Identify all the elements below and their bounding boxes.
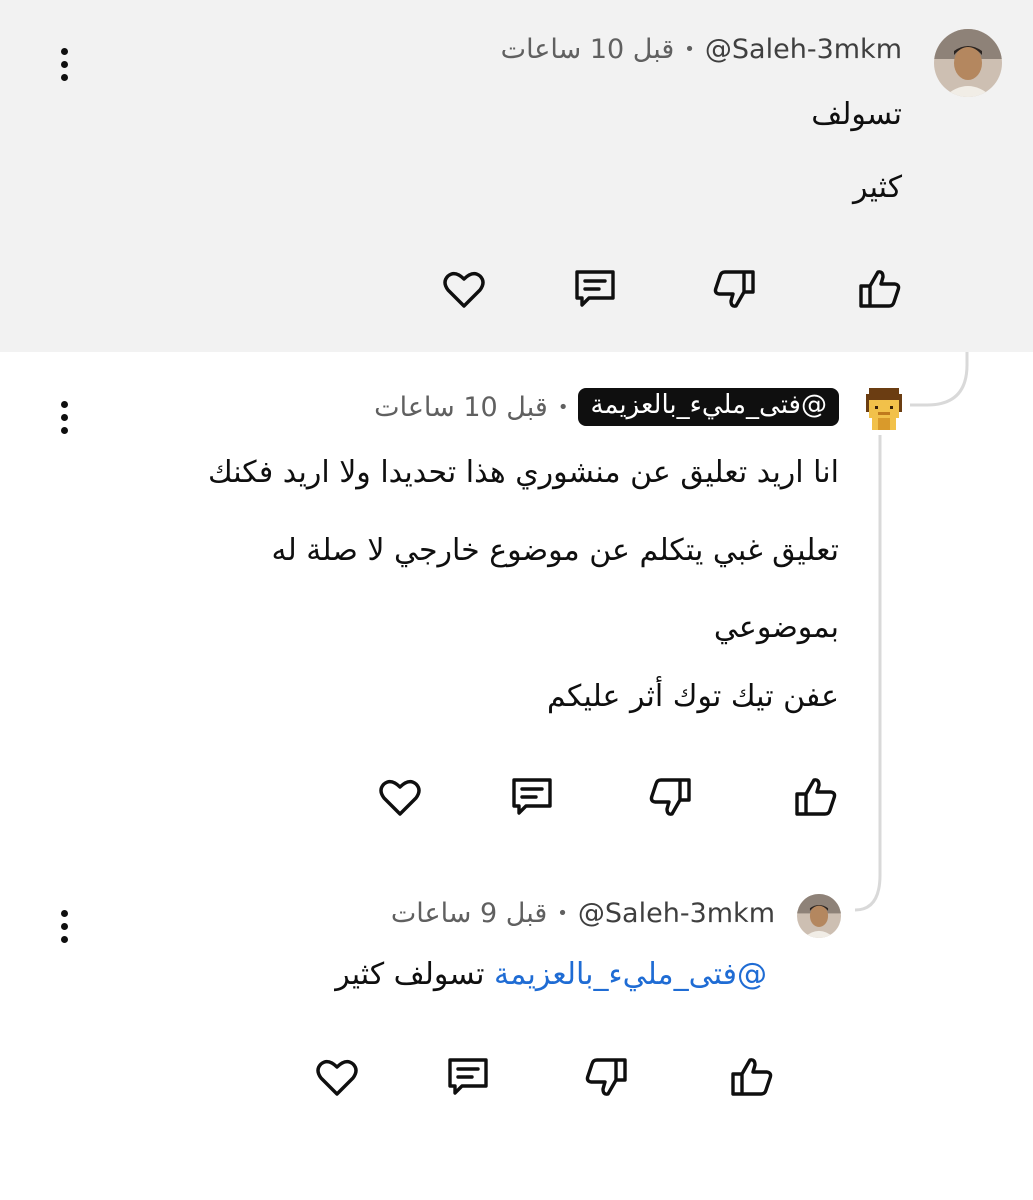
more-vertical-icon <box>60 909 68 917</box>
meta-separator: • <box>557 903 568 924</box>
comment-text-line: انا اريد تعليق عن منشوري هذا تحديدا ولا … <box>207 455 839 490</box>
comment-time[interactable]: قبل 10 ساعات <box>501 34 675 65</box>
reply-button[interactable] <box>567 260 623 316</box>
more-options-button[interactable] <box>49 395 79 439</box>
dislike-button[interactable] <box>578 1050 634 1106</box>
reply-icon <box>512 778 552 815</box>
mention-link[interactable]: @فتى_مليء_بالعزيمة <box>494 957 767 992</box>
like-button[interactable] <box>852 260 908 316</box>
more-vertical-icon <box>60 47 68 55</box>
comment-text-line: بموضوعي <box>713 610 839 645</box>
more-vertical-icon <box>60 400 68 408</box>
comment-3: @Saleh-3mkm • قبل 9 ساعات @فتى_مليء_بالع… <box>0 852 1033 1200</box>
comment-text-line: تسولف <box>811 97 902 132</box>
author-name[interactable]: @Saleh-3mkm <box>578 898 775 929</box>
comment-2: @فتى_مليء_بالعزيمة • قبل 10 ساعات انا ار… <box>0 352 1033 852</box>
reply-text-content: تسولف كثير <box>335 957 485 992</box>
thumbs-up-icon <box>859 270 901 308</box>
person-photo-icon <box>934 29 1002 97</box>
pixel-character-icon <box>866 388 902 430</box>
heart-button[interactable] <box>309 1049 365 1105</box>
thumbs-up-icon <box>795 778 837 816</box>
comment-text-line: كثير <box>853 170 902 205</box>
author-badge[interactable]: @فتى_مليء_بالعزيمة <box>578 388 839 426</box>
more-options-button[interactable] <box>49 904 79 948</box>
reply-icon <box>448 1058 488 1095</box>
thumbs-up-icon <box>731 1058 773 1096</box>
comment-text-line: عفن تيك توك أثر عليكم <box>547 679 839 714</box>
reply-button[interactable] <box>440 1048 496 1104</box>
thumbs-down-icon <box>713 270 755 308</box>
author-name[interactable]: @Saleh-3mkm <box>705 34 902 65</box>
like-button[interactable] <box>788 768 844 824</box>
thumbs-down-icon <box>585 1058 627 1096</box>
meta-separator: • <box>557 396 569 418</box>
person-photo-icon <box>797 894 841 938</box>
comment-time[interactable]: قبل 9 ساعات <box>391 898 547 929</box>
heart-icon <box>316 1059 358 1096</box>
reply-icon <box>575 270 615 307</box>
comment-meta: @Saleh-3mkm • قبل 10 ساعات <box>501 34 902 65</box>
avatar[interactable] <box>934 29 1002 97</box>
heart-button[interactable] <box>436 261 492 317</box>
avatar[interactable] <box>797 894 841 938</box>
heart-icon <box>379 779 421 816</box>
comment-meta: @Saleh-3mkm • قبل 9 ساعات <box>391 898 775 929</box>
comment-1: @Saleh-3mkm • قبل 10 ساعات تسولف كثير <box>0 0 1033 352</box>
comment-meta: @فتى_مليء_بالعزيمة • قبل 10 ساعات <box>374 388 839 426</box>
heart-button[interactable] <box>372 769 428 825</box>
avatar[interactable] <box>860 385 908 433</box>
dislike-button[interactable] <box>706 262 762 318</box>
reply-button[interactable] <box>504 768 560 824</box>
heart-icon <box>443 271 485 308</box>
comments-thread: @Saleh-3mkm • قبل 10 ساعات تسولف كثير @ف… <box>0 0 1033 1200</box>
meta-separator: • <box>684 39 695 60</box>
comment-text-line: تعليق غبي يتكلم عن موضوع خارجي لا صلة له <box>271 533 839 568</box>
reply-text: @فتى_مليء_بالعزيمة تسولف كثير <box>335 957 767 992</box>
more-options-button[interactable] <box>49 42 79 86</box>
thumbs-down-icon <box>649 778 691 816</box>
comment-time[interactable]: قبل 10 ساعات <box>374 392 548 423</box>
dislike-button[interactable] <box>642 770 698 826</box>
like-button[interactable] <box>724 1048 780 1104</box>
